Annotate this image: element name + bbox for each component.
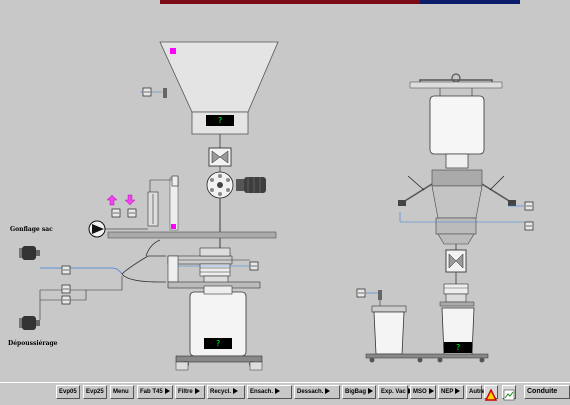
valve-icon[interactable]: [208, 147, 232, 167]
toolbar-button[interactable]: Fab T45: [137, 385, 173, 399]
toolbar-button-label: Evp25: [86, 389, 104, 395]
toolbar-button-label: Ensach.: [250, 389, 274, 395]
toolbar-button-label: MSO: [413, 389, 427, 395]
toolbar-button-label: Fab T45: [140, 389, 163, 395]
toolbar-button[interactable]: Exp. Vac: [378, 385, 413, 399]
trend-icon[interactable]: [502, 385, 516, 401]
fan-icon[interactable]: [206, 171, 234, 199]
label-depoussierage: Dépoussiérage: [8, 340, 58, 347]
motor-icon[interactable]: [236, 177, 266, 193]
weight-display-container-right[interactable]: ?: [444, 342, 472, 353]
toolbar-button[interactable]: BigBag: [342, 385, 376, 399]
pump-icon[interactable]: [88, 220, 106, 238]
arrow-down-icon[interactable]: [124, 194, 136, 206]
alarm-marker[interactable]: [170, 48, 176, 54]
arrow-right-icon: [325, 388, 331, 395]
toolbar-button[interactable]: Recycl.: [207, 385, 245, 399]
arrow-right-icon: [368, 388, 373, 395]
alarm-marker[interactable]: [171, 224, 176, 229]
toolbar-button-label: Filtre: [178, 389, 193, 395]
weight-display-container-left[interactable]: ?: [204, 338, 232, 349]
toolbar-button-label: Exp. Vac: [381, 389, 406, 395]
warning-icon[interactable]: [484, 385, 498, 401]
toolbar-button-label: Evp05: [59, 389, 77, 395]
platform: [107, 231, 277, 239]
toolbar-button[interactable]: NEP: [438, 385, 464, 399]
toolbar-button[interactable]: Evp05: [56, 385, 80, 399]
arrow-up-icon[interactable]: [106, 194, 118, 206]
arrow-right-icon: [275, 388, 281, 395]
toolbar-button[interactable]: Menu: [110, 385, 134, 399]
toolbar-button-label: BigBag: [345, 389, 366, 395]
fan-gonflage-icon[interactable]: [19, 246, 40, 260]
toolbar-button-label: NEP: [441, 389, 454, 395]
level-sensor[interactable]: [378, 290, 382, 300]
big-bag[interactable]: [429, 95, 485, 155]
conduite-button[interactable]: Conduite: [524, 385, 570, 399]
toolbar-button[interactable]: Autres: [466, 385, 488, 399]
arrow-right-icon: [455, 388, 461, 395]
toolbar-button[interactable]: Ensach.: [247, 385, 292, 399]
toolbar-button[interactable]: MSO: [410, 385, 436, 399]
level-sensor[interactable]: [163, 88, 167, 98]
weight-display-hopper[interactable]: ?: [206, 115, 234, 126]
navigation-toolbar: Evp05 Evp25 Menu Fab T45 Filtre Recycl. Ensach…: [0, 382, 570, 401]
conveyor: [365, 353, 489, 359]
bag-holder[interactable]: [371, 305, 407, 313]
toolbar-button[interactable]: Filtre: [175, 385, 205, 399]
valve-icon[interactable]: [445, 249, 467, 273]
toolbar-button-label: Dessach.: [297, 389, 324, 395]
arrow-right-icon: [194, 388, 200, 395]
hopper[interactable]: [159, 41, 279, 113]
arrow-right-icon: [233, 388, 239, 395]
toolbar-button-label: Recycl.: [210, 389, 232, 395]
discharge-hopper[interactable]: [431, 185, 483, 219]
fan-depoussierage-icon[interactable]: [19, 316, 40, 330]
toolbar-button[interactable]: Evp25: [83, 385, 107, 399]
process-synoptic: [19, 41, 534, 371]
cart: [175, 355, 263, 363]
toolbar-button[interactable]: Dessach.: [294, 385, 340, 399]
arrow-right-icon: [428, 388, 434, 395]
toolbar-button-label: Menu: [113, 389, 129, 395]
arrow-right-icon: [164, 388, 170, 395]
hook-icon: [451, 73, 461, 83]
label-gonflage: Gonflage sac: [10, 226, 53, 233]
